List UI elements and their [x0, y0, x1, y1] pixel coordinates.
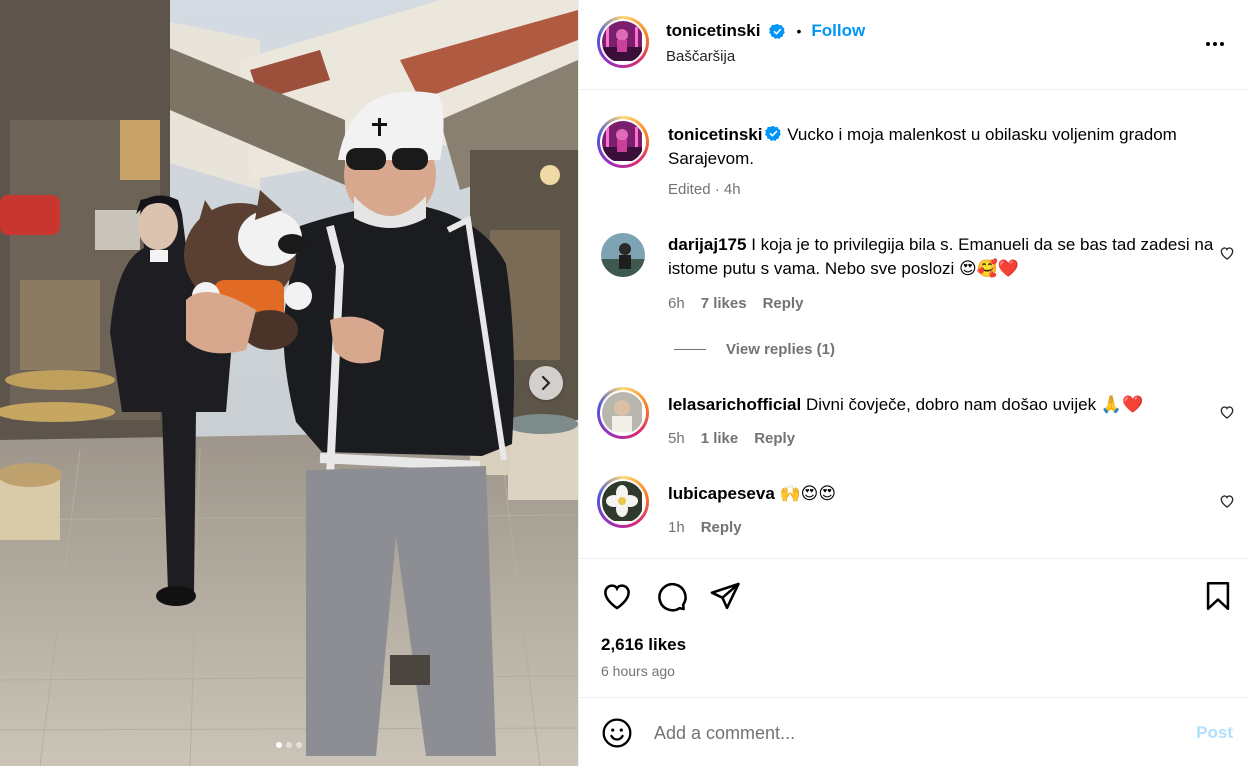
- comment-body: darijaj175 I koja je to privilegija bila…: [668, 233, 1219, 281]
- more-options-icon[interactable]: [1203, 32, 1227, 56]
- share-icon[interactable]: [708, 579, 742, 613]
- caption-text-block: tonicetinski Vucko i moja malenkost u ob…: [668, 123, 1219, 171]
- comment-body: lelasarichofficial Divni čovječe, dobro …: [668, 393, 1219, 417]
- comment-text: I koja je to privilegija bila s. Emanuel…: [668, 235, 1214, 278]
- caption-avatar[interactable]: [597, 116, 649, 168]
- bookmark-icon[interactable]: [1201, 579, 1235, 613]
- carousel-dot-3: [296, 742, 302, 748]
- comment-reply-button[interactable]: Reply: [754, 430, 795, 447]
- caption-username[interactable]: tonicetinski: [668, 125, 762, 144]
- view-replies-button[interactable]: View replies (1): [674, 341, 835, 358]
- comment-like-icon[interactable]: [1219, 245, 1235, 261]
- commenter-avatar[interactable]: [601, 233, 645, 277]
- comment-reply-button[interactable]: Reply: [763, 295, 804, 312]
- commenter-avatar-image: [602, 481, 642, 521]
- comment-text: Divni čovječe, dobro nam došao uvijek 🙏❤…: [805, 395, 1144, 414]
- commenter-avatar[interactable]: [597, 387, 649, 439]
- post-timestamp[interactable]: 6 hours ago: [601, 663, 675, 679]
- post-side-panel: tonicetinski • Follow Baščaršija tonicet…: [578, 0, 1248, 766]
- comment-text: 🙌😍😍: [779, 484, 837, 503]
- comment-like-icon[interactable]: [1219, 404, 1235, 420]
- verified-badge-icon: [765, 125, 782, 141]
- view-replies-line: [674, 349, 706, 350]
- comment-meta: 1h Reply: [668, 519, 742, 536]
- comment-username[interactable]: darijaj175: [668, 235, 746, 254]
- photo-illustration: [0, 0, 578, 766]
- comment-username[interactable]: lubicapeseva: [668, 484, 775, 503]
- carousel-indicator: [0, 742, 578, 748]
- comment-age: 1h: [668, 519, 685, 536]
- commenter-avatar-image: [601, 233, 645, 277]
- likes-count[interactable]: 2,616 likes: [601, 635, 686, 655]
- carousel-dot-2: [286, 742, 292, 748]
- header-separator: •: [796, 23, 802, 39]
- comments-section[interactable]: tonicetinski Vucko i moja malenkost u ob…: [579, 91, 1248, 557]
- comment-composer: Post: [579, 699, 1248, 766]
- comment-age: 5h: [668, 430, 685, 447]
- comment-body: lubicapeseva 🙌😍😍: [668, 482, 1219, 506]
- follow-button[interactable]: Follow: [811, 21, 865, 41]
- comment-meta: 6h 7 likes Reply: [668, 295, 803, 312]
- comment-icon[interactable]: [654, 579, 688, 613]
- carousel-next-button[interactable]: [529, 366, 563, 400]
- caption-avatar-image: [602, 121, 642, 161]
- commenter-avatar[interactable]: [597, 476, 649, 528]
- commenter-avatar-image: [602, 392, 642, 432]
- verified-badge-icon: [769, 23, 786, 39]
- comment-username[interactable]: lelasarichofficial: [668, 395, 801, 414]
- post-location[interactable]: Baščaršija: [666, 48, 735, 65]
- post-comment-button[interactable]: Post: [1196, 723, 1233, 743]
- caption-meta: Edited · 4h: [668, 181, 741, 198]
- comment-age: 6h: [668, 295, 685, 312]
- view-replies-label: View replies (1): [726, 341, 835, 358]
- comment-meta: 5h 1 like Reply: [668, 430, 795, 447]
- post-header: tonicetinski • Follow Baščaršija: [579, 0, 1248, 90]
- author-avatar-image: [602, 21, 642, 61]
- author-username[interactable]: tonicetinski: [666, 21, 760, 41]
- author-avatar[interactable]: [597, 16, 649, 68]
- post-actions: 2,616 likes 6 hours ago: [579, 558, 1248, 698]
- comment-reply-button[interactable]: Reply: [701, 519, 742, 536]
- heart-icon[interactable]: [600, 579, 634, 613]
- chevron-right-icon: [541, 376, 551, 390]
- comment-like-icon[interactable]: [1219, 493, 1235, 509]
- emoji-icon[interactable]: [601, 717, 633, 749]
- comment-input[interactable]: [654, 719, 1174, 747]
- post-photo[interactable]: [0, 0, 578, 766]
- carousel-dot-1: [276, 742, 282, 748]
- comment-likes[interactable]: 1 like: [701, 430, 739, 447]
- comment-likes[interactable]: 7 likes: [701, 295, 747, 312]
